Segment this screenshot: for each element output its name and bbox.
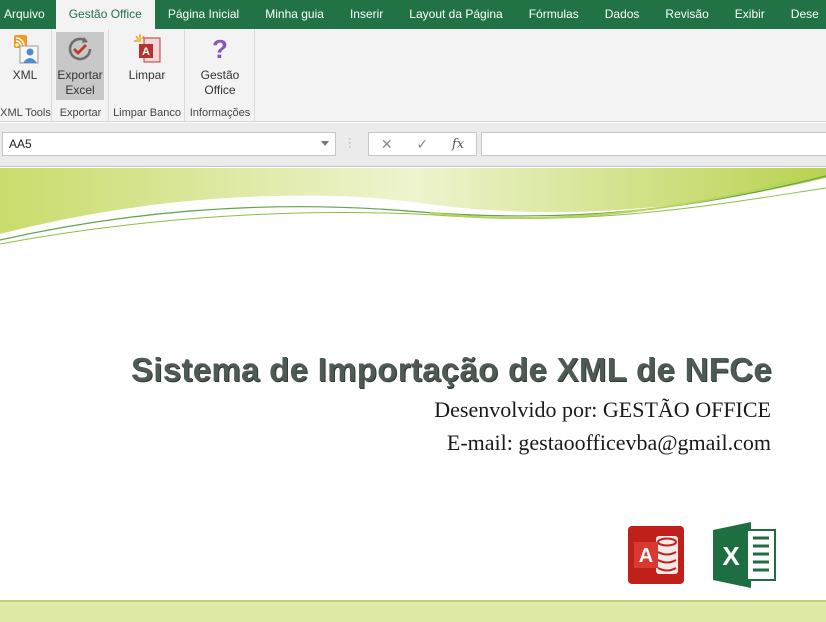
group-limpar-banco: A Limpar Limpar Banco [110,29,185,121]
group-label-exportar: Exportar [59,107,102,119]
access-logo-letter: A [639,545,653,567]
group-exportar: Exportar Excel Exportar [53,29,109,121]
tab-revisao[interactable]: Revisão [652,0,721,29]
cancel-icon[interactable]: ✕ [381,136,393,153]
refresh-check-icon [63,32,97,66]
page-title: Sistema de Importação de XML de NFCe [130,351,772,388]
ribbon-tab-bar: Arquivo Gestão Office Página Inicial Min… [0,0,826,29]
group-informacoes: ? Gestão Office Informações [186,29,255,121]
name-box-value: AA5 [9,137,32,151]
developer-credit: Desenvolvido por: GESTÃO OFFICE [434,397,771,422]
excel-logo-letter: X [722,541,740,571]
question-icon: ? [203,32,237,66]
tab-gestao-office[interactable]: Gestão Office [55,0,155,29]
tab-exibir[interactable]: Exibir [722,0,778,29]
limpar-label: Limpar [128,68,166,82]
access-logo-icon[interactable]: A [626,524,686,586]
formula-buttons: ✕ ✓ fx [368,132,477,156]
ribbon: XML XML Tools Exportar Excel Exportar A … [0,29,826,122]
exportar-excel-label: Exportar Excel [57,68,103,97]
group-label-informacoes: Informações [189,107,251,119]
excel-logo-icon[interactable]: X [709,520,777,590]
tab-minha-guia[interactable]: Minha guia [252,0,337,29]
splitter-handle-icon[interactable]: · · · [348,134,352,153]
chevron-down-icon[interactable] [321,141,329,146]
contact-email: E-mail: gestaoofficevba@gmail.com [446,430,771,455]
footer-band [0,600,826,622]
group-label-limpar-banco: Limpar Banco [113,107,181,119]
decorative-wave [0,168,826,245]
formula-bar: AA5 · · · ✕ ✓ fx [0,123,826,167]
gestao-office-button[interactable]: ? Gestão Office [196,32,244,100]
gestao-office-label: Gestão Office [200,68,240,97]
worksheet[interactable]: Sistema de Importação de XML de NFCe Des… [0,168,826,622]
rss-user-icon [8,32,42,66]
xml-button-label: XML [12,68,38,82]
tab-desenvolvedor[interactable]: Dese [778,0,826,29]
group-xml-tools: XML XML Tools [0,29,52,121]
group-label-xml-tools: XML Tools [0,107,51,119]
tab-formulas[interactable]: Fórmulas [516,0,592,29]
tab-inserir[interactable]: Inserir [337,0,396,29]
svg-text:?: ? [212,34,228,64]
tab-layout-da-pagina[interactable]: Layout da Página [396,0,515,29]
formula-input[interactable] [481,132,826,156]
tab-pagina-inicial[interactable]: Página Inicial [155,0,252,29]
tab-dados[interactable]: Dados [592,0,653,29]
name-box[interactable]: AA5 [2,132,336,156]
exportar-excel-button[interactable]: Exportar Excel [56,32,104,100]
insert-function-icon[interactable]: fx [452,137,464,152]
svg-text:A: A [142,46,150,58]
limpar-button[interactable]: A Limpar [123,32,171,100]
xml-button[interactable]: XML [2,32,48,100]
tab-arquivo[interactable]: Arquivo [0,0,56,29]
access-clear-icon: A [130,32,164,66]
enter-check-icon[interactable]: ✓ [416,136,428,153]
